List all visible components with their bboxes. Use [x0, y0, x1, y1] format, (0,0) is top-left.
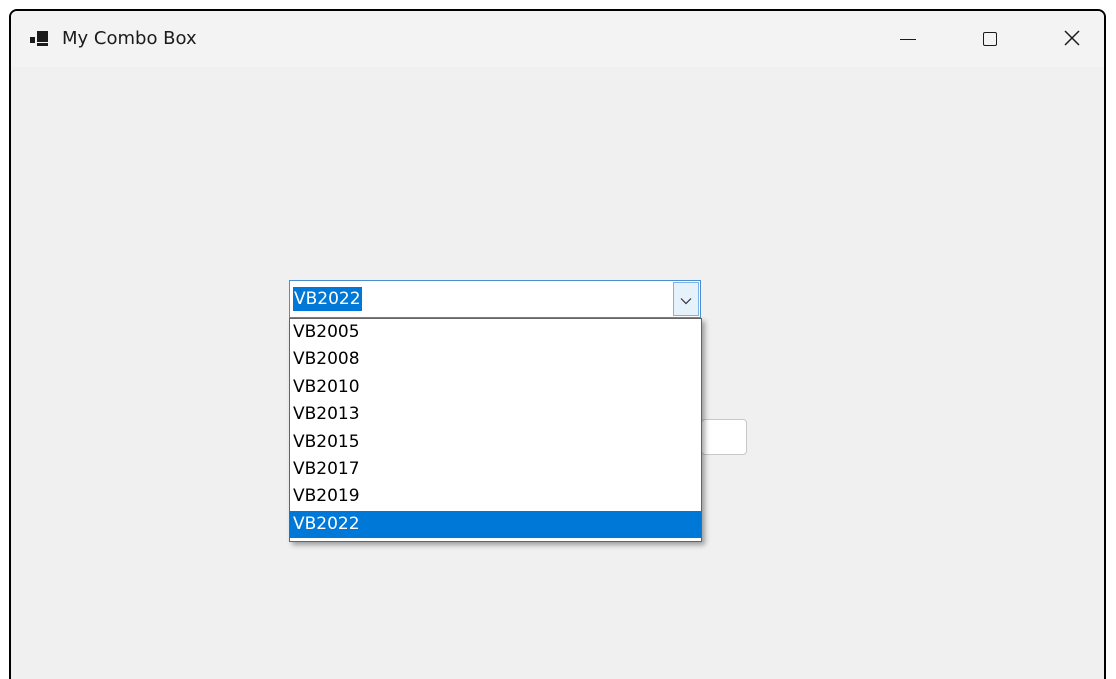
dropdown-item-vb2008[interactable]: VB2008 — [290, 346, 701, 373]
dropdown-item-vb2015[interactable]: VB2015 — [290, 429, 701, 456]
dropdown-item-vb2010[interactable]: VB2010 — [290, 374, 701, 401]
dropdown-item-vb2017[interactable]: VB2017 — [290, 456, 701, 483]
maximize-icon — [983, 32, 997, 46]
chevron-down-icon — [680, 290, 692, 309]
dropdown-item-vb2022[interactable]: VB2022 — [290, 510, 701, 539]
window-title: My Combo Box — [62, 28, 197, 49]
dropdown-item-vb2005[interactable]: VB2005 — [290, 319, 701, 346]
combo-box[interactable]: VB2022 — [289, 280, 701, 318]
maximize-button[interactable] — [950, 11, 1030, 67]
minimize-icon — [900, 38, 916, 40]
text-box[interactable] — [701, 419, 747, 455]
app-icon — [30, 31, 50, 47]
title-bar[interactable]: My Combo Box — [11, 11, 1104, 67]
close-icon — [1064, 27, 1080, 51]
minimize-button[interactable] — [868, 11, 948, 67]
combo-dropdown-list: VB2005 VB2008 VB2010 VB2013 VB2015 VB2017 VB20… — [289, 318, 702, 542]
app-window: My Combo Box VB2022 VB2005 VB2008 VB2010… — [9, 9, 1106, 679]
dropdown-item-vb2019[interactable]: VB2019 — [290, 483, 701, 510]
close-button[interactable] — [1032, 11, 1104, 67]
combo-selected-value[interactable]: VB2022 — [293, 287, 362, 311]
combo-dropdown-button[interactable] — [673, 282, 699, 316]
dropdown-item-vb2013[interactable]: VB2013 — [290, 401, 701, 428]
